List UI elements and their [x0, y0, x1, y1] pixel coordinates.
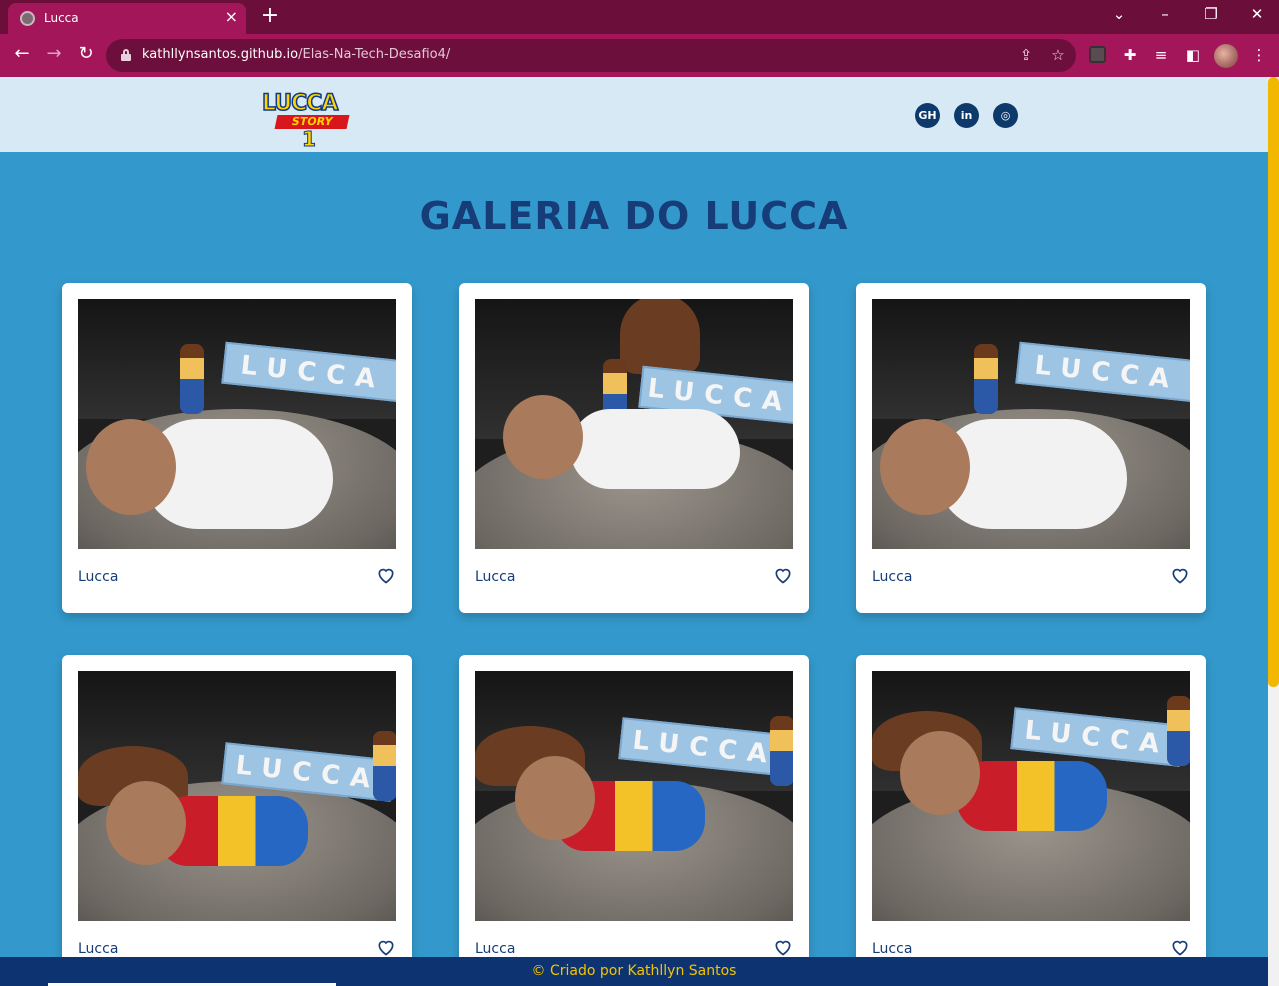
scrollbar-thumb[interactable] — [1268, 77, 1279, 687]
github-icon[interactable]: GH — [915, 103, 940, 128]
gallery-card[interactable]: LUCCA Lucca — [856, 655, 1206, 985]
gallery-card[interactable]: LUCCA Lucca — [62, 655, 412, 985]
media-icon[interactable]: ≡ — [1150, 44, 1172, 66]
gallery-card[interactable]: LUCCA Lucca — [459, 283, 809, 613]
baby-photo: LUCCA — [475, 671, 793, 921]
gallery-card[interactable]: LUCCA Lucca — [856, 283, 1206, 613]
extension-icon[interactable] — [1089, 46, 1106, 63]
site-footer: © Criado por Kathllyn Santos — [0, 957, 1268, 986]
globe-icon — [20, 11, 35, 26]
forward-icon[interactable]: → — [42, 43, 66, 65]
site-logo[interactable]: LUCCA STORY 1 — [261, 90, 360, 152]
page-title: GALERIA DO LUCCA — [419, 194, 849, 238]
bookmark-star-icon[interactable]: ☆ — [1048, 46, 1068, 64]
baby-photo: LUCCA — [78, 299, 396, 549]
site-header: LUCCA STORY 1 GH in ◎ — [0, 77, 1268, 152]
browser-toolbar: ← → ↻ kathllynsantos.github.io/Elas-Na-T… — [0, 34, 1279, 77]
baby-photo: LUCCA — [78, 671, 396, 921]
lock-icon[interactable] — [121, 49, 131, 61]
close-window-icon[interactable]: ✕ — [1242, 4, 1272, 24]
card-caption: Lucca — [78, 569, 119, 585]
heart-icon[interactable] — [773, 565, 793, 585]
puzzle-icon[interactable]: ✚ — [1119, 44, 1141, 66]
restore-icon[interactable]: ❐ — [1196, 4, 1226, 24]
browser-tab[interactable]: Lucca × — [8, 3, 246, 34]
heart-icon[interactable] — [376, 565, 396, 585]
tab-title: Lucca — [44, 11, 79, 25]
linkedin-icon[interactable]: in — [954, 103, 979, 128]
baby-photo: LUCCA — [872, 671, 1190, 921]
browser-tabbar: Lucca × + ⌄ – ❐ ✕ — [0, 0, 1279, 34]
heart-icon[interactable] — [773, 937, 793, 957]
profile-avatar[interactable] — [1214, 44, 1238, 68]
url-text[interactable]: kathllynsantos.github.io/Elas-Na-Tech-De… — [142, 47, 450, 62]
side-panel-icon[interactable]: ◧ — [1182, 44, 1204, 66]
tab-search-icon[interactable]: ⌄ — [1104, 4, 1134, 24]
heart-icon[interactable] — [376, 937, 396, 957]
heart-icon[interactable] — [1170, 565, 1190, 585]
baby-photo: LUCCA — [475, 299, 793, 549]
reload-icon[interactable]: ↻ — [74, 43, 98, 65]
gallery-card[interactable]: LUCCA Lucca — [459, 655, 809, 985]
instagram-icon[interactable]: ◎ — [993, 103, 1018, 128]
heart-icon[interactable] — [1170, 937, 1190, 957]
page: LUCCA STORY 1 GH in ◎ GALERIA DO LUCCA L… — [0, 77, 1268, 986]
share-icon[interactable]: ⇪ — [1016, 46, 1036, 64]
minimize-icon[interactable]: – — [1150, 4, 1180, 24]
close-tab-icon[interactable]: × — [225, 8, 238, 26]
baby-photo: LUCCA — [872, 299, 1190, 549]
back-icon[interactable]: ← — [10, 43, 34, 65]
menu-icon[interactable]: ⋮ — [1248, 44, 1270, 66]
gallery-card[interactable]: LUCCA Lucca — [62, 283, 412, 613]
card-caption: Lucca — [475, 569, 516, 585]
address-bar[interactable]: kathllynsantos.github.io/Elas-Na-Tech-De… — [106, 39, 1076, 72]
card-caption: Lucca — [872, 569, 913, 585]
new-tab-icon[interactable]: + — [258, 4, 282, 28]
card-caption: Lucca — [475, 941, 516, 957]
card-caption: Lucca — [78, 941, 119, 957]
card-caption: Lucca — [872, 941, 913, 957]
